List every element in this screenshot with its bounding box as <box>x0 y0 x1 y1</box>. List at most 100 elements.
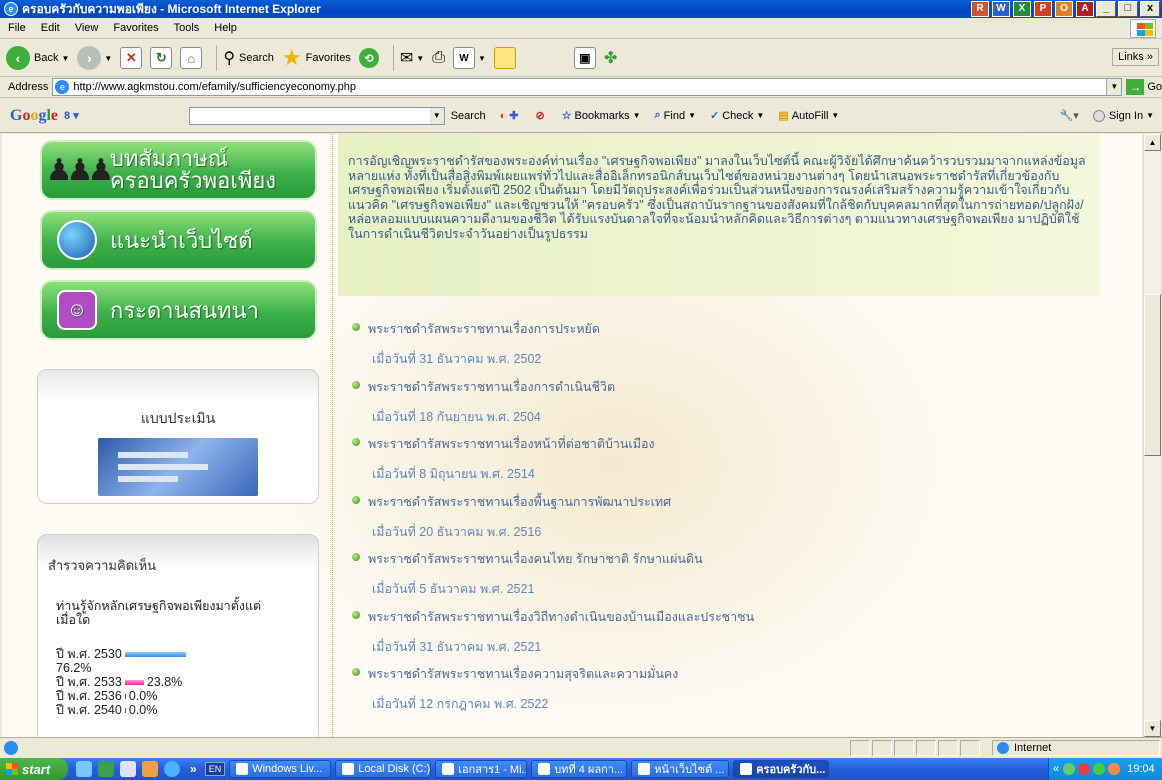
menu-edit[interactable]: Edit <box>41 22 60 34</box>
maximize-button[interactable]: □ <box>1118 1 1138 17</box>
minimize-button[interactable]: _ <box>1096 1 1116 17</box>
clock[interactable]: 19:04 <box>1127 763 1155 775</box>
window-title-bar[interactable]: e ครอบครัวกับความพอเพียง - Microsoft Int… <box>0 0 1162 18</box>
wrench-icon[interactable]: 🔧▾ <box>1060 109 1079 122</box>
menu-favorites[interactable]: Favorites <box>113 22 158 34</box>
refresh-button[interactable]: ↻ <box>150 47 173 69</box>
chevron-down-icon[interactable]: ▼ <box>429 107 444 124</box>
speech-title-link[interactable]: พระราชดำรัสพระราชทานเรื่องวิถีทางดำเนินข… <box>368 607 754 627</box>
home-button[interactable]: ⌂ <box>180 47 203 69</box>
browser-icon[interactable] <box>98 761 114 777</box>
language-indicator[interactable]: EN <box>204 762 226 776</box>
taskbar-window-button[interactable]: Windows Liv... <box>229 760 332 778</box>
print-button[interactable]: ⎙ <box>432 49 445 67</box>
speech-date: เมื่อวันที่ 31 ธันวาคม พ.ศ. 2521 <box>372 639 542 654</box>
news-button[interactable]: ◐ ✚ <box>500 109 522 123</box>
status-bar: Internet <box>0 737 1162 758</box>
speech-title-link[interactable]: พระราชดำรัสพระราชทานเรื่องการดำเนินชีวิต <box>368 377 615 397</box>
mail-button[interactable]: ✉ ▼ <box>400 48 424 68</box>
google-options-icon[interactable]: 8 ▾ <box>64 109 79 122</box>
find-icon: ⌕ <box>654 109 661 121</box>
vertical-scrollbar[interactable]: ▲ ▼ <box>1143 134 1161 737</box>
menu-file[interactable]: File <box>8 22 26 34</box>
address-input[interactable]: e http://www.agkmstou.com/efamily/suffic… <box>52 78 1123 96</box>
discuss-icon <box>493 47 516 69</box>
favorites-button[interactable]: ★ Favorites <box>282 45 351 71</box>
speech-title-link[interactable]: พระราชดำรัสพระราชทานเรื่องการประหยัด <box>368 319 600 339</box>
poll-option-label: ปี พ.ศ. 2530 <box>56 647 122 661</box>
google-search-input[interactable]: ▼ <box>188 106 445 125</box>
scroll-up-icon[interactable]: ▲ <box>1144 134 1161 151</box>
nav-recommended-sites-button[interactable]: แนะนำเว็บไซต์ <box>40 210 317 270</box>
chevron-down-icon[interactable]: ▼ <box>1106 79 1122 95</box>
back-button[interactable]: ‹ Back ▼ <box>6 46 69 70</box>
chevron-down-icon[interactable]: ▼ <box>416 54 424 63</box>
antivirus-icon[interactable] <box>1078 763 1091 775</box>
discuss-button[interactable] <box>493 47 516 69</box>
popup-blocker-button[interactable]: ⊘ <box>535 109 547 122</box>
scroll-down-icon[interactable]: ▼ <box>1144 720 1161 737</box>
zone-label: Internet <box>1014 742 1052 754</box>
go-label: Go <box>1147 81 1162 93</box>
poll-percent: 0.0% <box>128 689 158 703</box>
taskbar-window-button[interactable]: บทที่ 4 ผลกา... <box>531 760 628 778</box>
links-button[interactable]: Links » <box>1112 48 1159 66</box>
chevron-down-icon[interactable]: ▼ <box>61 54 69 63</box>
history-button[interactable]: ⟲ <box>358 48 379 68</box>
nav-interview-family-button[interactable]: ♟♟♟ บทสัมภาษณ์ ครอบครัวพอเพียง <box>40 140 317 200</box>
menu-help[interactable]: Help <box>214 22 237 34</box>
research-button[interactable]: ▣ <box>573 47 596 69</box>
taskbar-window-button[interactable]: เอกสาร1 - Mi... <box>435 760 528 778</box>
firefox-icon[interactable] <box>142 761 158 777</box>
taskbar-window-button[interactable]: หน้าเว็บไซต์ ... <box>631 760 730 778</box>
search-button[interactable]: ⚲ Search <box>223 48 274 68</box>
chevron-down-icon[interactable]: ▼ <box>478 54 486 63</box>
find-button[interactable]: ⌕ Find ▼ <box>655 109 697 122</box>
edit-button[interactable]: W ▼ <box>453 47 486 69</box>
nav-webboard-button[interactable]: ☺ กระดานสนทนา <box>40 280 317 340</box>
taskbar-window-button[interactable]: Local Disk (C:) <box>335 760 432 778</box>
forward-button[interactable]: › ▼ <box>77 46 112 70</box>
stop-icon: ✕ <box>120 47 143 69</box>
find-label: Find <box>663 109 686 122</box>
media-icon[interactable] <box>164 761 180 777</box>
scroll-thumb[interactable] <box>1144 294 1161 456</box>
messenger-icon: ✤ <box>603 50 618 67</box>
evaluation-form-image[interactable] <box>98 438 258 496</box>
globe-icon <box>52 218 102 262</box>
address-url[interactable]: http://www.agkmstou.com/efamily/sufficie… <box>73 81 356 93</box>
access-icon: A <box>1076 1 1094 17</box>
speech-title-link[interactable]: พระราชดำรัสพระราชทานเรื่องคนไทย รักษาชาต… <box>368 549 703 569</box>
speech-title-link[interactable]: พระราชดำรัสพระราชทานเรื่องหน้าที่ต่อชาติ… <box>368 434 655 454</box>
bookmarks-button[interactable]: ☆ Bookmarks ▼ <box>562 109 641 123</box>
word-edit-icon: W <box>453 47 476 69</box>
update-icon[interactable] <box>1093 763 1106 775</box>
taskbar-window-button[interactable]: ครอบครัวกับ... <box>733 760 830 778</box>
address-label: Address <box>8 81 49 93</box>
network-icon[interactable] <box>1063 763 1076 775</box>
bullet-icon <box>352 323 360 331</box>
menu-view[interactable]: View <box>75 22 99 34</box>
chevron-left-icon[interactable]: « <box>1053 763 1059 775</box>
sign-in-button[interactable]: 🔧▾ Sign In ▼ <box>1060 109 1154 122</box>
speech-title-link[interactable]: พระราชดำรัสพระราชทานเรื่องความสุจริตและค… <box>368 664 678 684</box>
messenger-icon[interactable] <box>120 761 136 777</box>
autofill-button[interactable]: ▤ AutoFill ▼ <box>778 109 839 123</box>
chevron-down-icon[interactable]: ▼ <box>104 54 112 63</box>
go-button[interactable]: → Go <box>1126 79 1162 95</box>
sign-in-label: Sign In <box>1108 109 1144 122</box>
poll-result-row: ปี พ.ศ. 2540 0.0% <box>56 703 189 717</box>
evaluation-box[interactable]: แบบประเมิน <box>37 369 319 504</box>
start-button[interactable]: start <box>0 758 68 780</box>
volume-icon[interactable] <box>1108 763 1121 775</box>
messenger-button[interactable]: ✤ <box>604 48 617 68</box>
close-button[interactable]: x <box>1140 1 1160 17</box>
chevron-right-icon[interactable]: » <box>190 762 197 776</box>
google-search-button[interactable]: Search <box>451 110 486 122</box>
window-icon <box>638 763 651 775</box>
menu-tools[interactable]: Tools <box>174 22 200 34</box>
spellcheck-button[interactable]: ✓ Check ▼ <box>710 109 764 123</box>
speech-title-link[interactable]: พระราชดำรัสพระราชทานเรื่องพื้นฐานการพัฒน… <box>368 492 671 512</box>
show-desktop-icon[interactable] <box>76 761 92 777</box>
stop-button[interactable]: ✕ <box>120 47 143 69</box>
